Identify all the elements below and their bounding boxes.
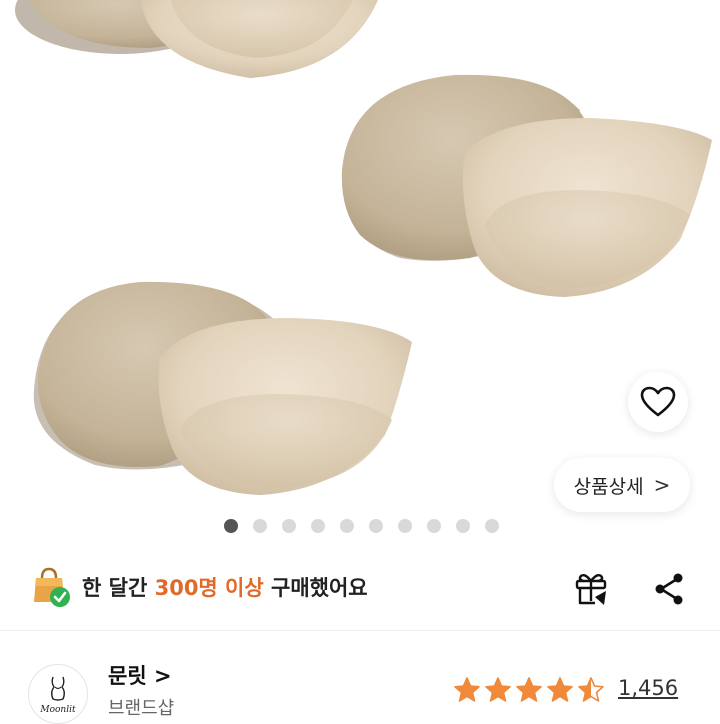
gallery-dot[interactable] (485, 519, 499, 533)
purchase-count-text: 한 달간 300명 이상 구매했어요 (82, 572, 368, 602)
shop-name: 문릿 (108, 664, 147, 688)
gallery-dot[interactable] (340, 519, 354, 533)
gift-button[interactable] (570, 568, 612, 610)
shop-name-link[interactable]: 문릿 > (108, 660, 172, 690)
svg-text:Moonlit: Moonlit (39, 705, 76, 715)
purchase-suffix: 구매했어요 (263, 576, 368, 600)
gallery-dot[interactable] (253, 519, 267, 533)
purchase-info: 한 달간 300명 이상 구매했어요 (32, 565, 368, 609)
gallery-dot[interactable] (398, 519, 412, 533)
gift-icon (575, 573, 607, 605)
product-detail-button[interactable]: 상품상세 > (554, 458, 690, 512)
share-icon (655, 573, 683, 605)
product-image[interactable] (0, 0, 720, 515)
product-detail-label: 상품상세 (573, 475, 644, 498)
gallery-dot[interactable] (427, 519, 441, 533)
gallery-dot[interactable] (456, 519, 470, 533)
pad-pair-bottom (33, 281, 412, 495)
review-count-link[interactable]: 1,456 (618, 676, 678, 700)
gallery-dot[interactable] (369, 519, 383, 533)
gallery-dot[interactable] (282, 519, 296, 533)
pad-pair-top (15, 0, 378, 78)
star-half-icon (578, 677, 604, 702)
heart-outline-icon (640, 386, 676, 417)
star-full-icon (485, 677, 511, 702)
chevron-right-icon: > (153, 664, 172, 688)
shopping-bag-check-icon (32, 566, 72, 608)
gallery-dot[interactable] (311, 519, 325, 533)
purchase-prefix: 한 달간 (82, 576, 155, 600)
purchase-highlight: 300명 이상 (154, 576, 264, 600)
chevron-right-icon: > (653, 473, 671, 497)
shop-logo[interactable]: Moonlit (28, 664, 88, 724)
moonlit-logo-icon: Moonlit (39, 676, 76, 715)
star-full-icon (516, 677, 542, 702)
share-button[interactable] (648, 568, 690, 610)
shop-rating (453, 676, 605, 704)
shop-info: Moonlit 문릿 > 브랜드샵 1,456 (28, 660, 698, 724)
shop-type: 브랜드샵 (108, 698, 175, 719)
wish-button[interactable] (628, 372, 688, 432)
divider (0, 630, 720, 631)
star-full-icon (454, 677, 480, 702)
bra-pad-photo (15, 0, 712, 495)
gallery-pagination (224, 519, 499, 533)
gallery-dot[interactable] (224, 519, 238, 533)
pad-pair-middle (341, 74, 712, 297)
star-full-icon (547, 677, 573, 702)
